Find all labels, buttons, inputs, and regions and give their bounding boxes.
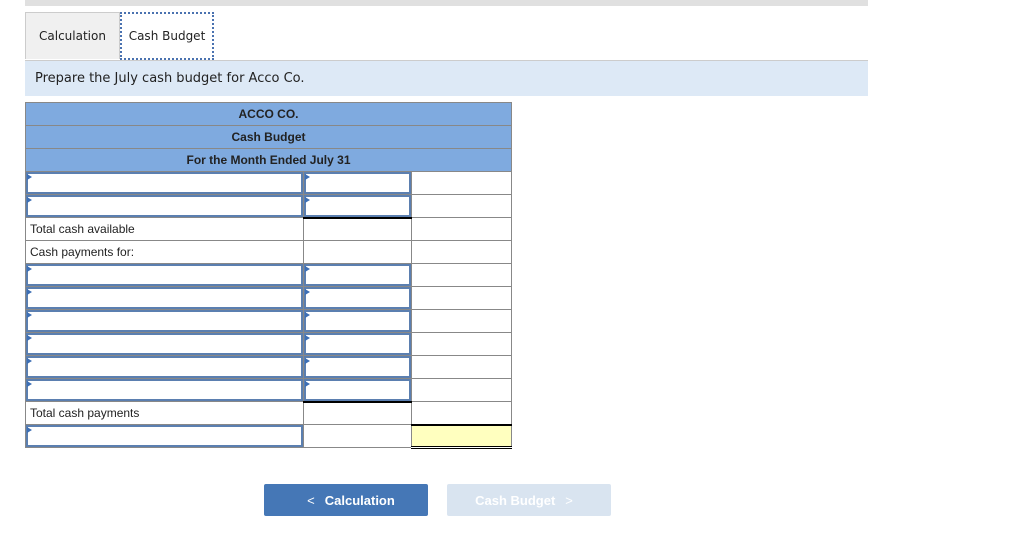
prev-calculation-button[interactable]: < Calculation	[264, 484, 428, 516]
empty-cell	[411, 332, 512, 356]
empty-cell	[411, 171, 512, 195]
label-input[interactable]	[26, 195, 304, 217]
table-row	[24, 423, 512, 449]
table-row	[24, 332, 512, 356]
table-row	[24, 378, 512, 402]
tab-cash-budget[interactable]: Cash Budget	[120, 12, 214, 60]
table-row	[24, 263, 512, 287]
payment-amount-input[interactable]	[304, 356, 412, 378]
next-button-label: Cash Budget	[475, 492, 556, 508]
empty-cell	[303, 424, 413, 448]
empty-cell	[411, 240, 512, 264]
table-row	[24, 286, 512, 310]
payment-amount-input[interactable]	[304, 379, 412, 401]
payment-label-input[interactable]	[26, 333, 304, 355]
tab-calculation[interactable]: Calculation	[25, 12, 120, 59]
statement-title: Cash Budget	[25, 125, 512, 149]
total-cash-available-value	[411, 217, 512, 241]
table-row	[24, 171, 512, 195]
table-row: Cash payments for:	[24, 240, 512, 264]
amount-input[interactable]	[304, 172, 412, 194]
table-row	[24, 194, 512, 218]
payment-label-input[interactable]	[26, 379, 304, 401]
cash-budget-table: ACCO CO. Cash Budget For the Month Ended…	[24, 102, 512, 449]
payment-amount-input[interactable]	[304, 333, 412, 355]
table-row	[24, 355, 512, 379]
empty-cell	[411, 378, 512, 402]
label-input[interactable]	[26, 172, 304, 194]
payment-label-input[interactable]	[26, 356, 304, 378]
amount-cell	[303, 400, 413, 425]
tab-bar: Calculation Cash Budget	[25, 12, 214, 60]
amount-cell	[303, 216, 413, 241]
top-bar	[25, 0, 868, 6]
chevron-right-icon: >	[565, 492, 573, 508]
empty-cell	[411, 263, 512, 287]
payment-amount-input[interactable]	[304, 287, 412, 309]
cash-payments-for-label: Cash payments for:	[24, 240, 305, 264]
chevron-left-icon: <	[307, 492, 315, 508]
empty-cell	[303, 240, 413, 264]
payment-label-input[interactable]	[26, 287, 304, 309]
payment-amount-input[interactable]	[304, 310, 412, 332]
company-name: ACCO CO.	[25, 102, 512, 126]
table-row: Total cash payments	[24, 400, 512, 425]
amount-input[interactable]	[304, 195, 412, 217]
instruction-text: Prepare the July cash budget for Acco Co…	[25, 60, 868, 96]
ending-balance-label-input[interactable]	[26, 425, 304, 447]
total-cash-payments-label: Total cash payments	[24, 401, 305, 425]
total-cash-available-label: Total cash available	[24, 217, 305, 241]
ending-balance-value	[411, 423, 512, 449]
statement-period: For the Month Ended July 31	[25, 148, 512, 172]
empty-cell	[411, 355, 512, 379]
payment-label-input[interactable]	[26, 310, 304, 332]
payment-amount-input[interactable]	[304, 264, 412, 286]
payment-label-input[interactable]	[26, 264, 304, 286]
total-cash-payments-value	[411, 401, 512, 425]
table-row	[24, 309, 512, 333]
table-row: Total cash available	[24, 216, 512, 241]
next-cash-budget-button[interactable]: Cash Budget >	[447, 484, 611, 516]
prev-button-label: Calculation	[324, 492, 395, 508]
empty-cell	[411, 309, 512, 333]
empty-cell	[411, 286, 512, 310]
empty-cell	[411, 194, 512, 218]
